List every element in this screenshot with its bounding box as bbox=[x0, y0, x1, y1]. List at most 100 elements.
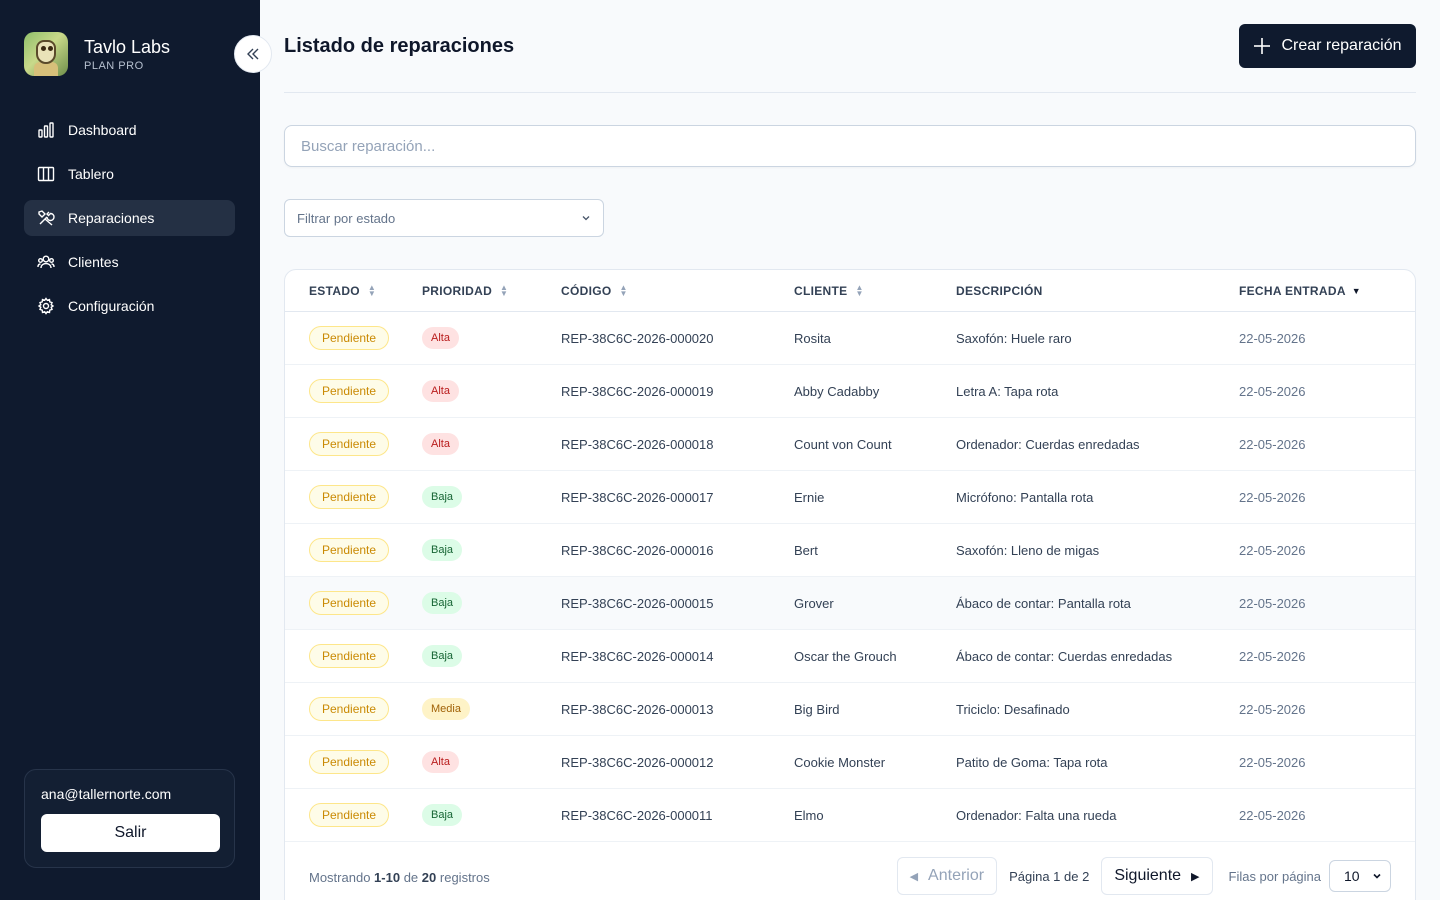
description-cell: Ordenador: Falta una rueda bbox=[956, 807, 1117, 823]
sort-icon: ▲ ▼ bbox=[855, 282, 864, 298]
description-cell: Ordenador: Cuerdas enredadas bbox=[956, 436, 1140, 452]
description-cell: Ábaco de contar: Pantalla rota bbox=[956, 595, 1131, 611]
priority-badge: Baja bbox=[422, 645, 463, 667]
brand-name: Tavlo Labs bbox=[84, 37, 171, 57]
column-header-fecha-entrada[interactable]: FECHA ENTRADA ▼ bbox=[1239, 284, 1389, 298]
sidebar: Tavlo Labs PLAN PRO Dashboard Tablero Re… bbox=[0, 0, 260, 900]
table-row[interactable]: Pendiente Alta REP-38C6C-2026-000018 Count … bbox=[285, 418, 1415, 471]
status-cell: Pendiente bbox=[285, 326, 422, 350]
table-row[interactable]: Pendiente Alta REP-38C6C-2026-000020 Rosita… bbox=[285, 312, 1415, 365]
status-filter-placeholder: Filtrar por estado bbox=[297, 210, 396, 226]
client-cell: Oscar the Grouch bbox=[794, 648, 897, 664]
code-cell: REP-38C6C-2026-000019 bbox=[561, 383, 714, 399]
priority-cell: Alta bbox=[422, 380, 561, 402]
table-row[interactable]: Pendiente Alta REP-38C6C-2026-000012 Cookie… bbox=[285, 736, 1415, 789]
status-badge: Pendiente bbox=[309, 432, 390, 456]
entry-date-cell: 22-05-2026 bbox=[1239, 436, 1306, 452]
status-cell: Pendiente bbox=[285, 644, 422, 668]
table-row[interactable]: Pendiente Alta REP-38C6C-2026-000019 Abby C… bbox=[285, 365, 1415, 418]
status-badge: Pendiente bbox=[309, 750, 390, 774]
table-row[interactable]: Pendiente Media REP-38C6C-2026-000013 Big B… bbox=[285, 683, 1415, 736]
entry-date-cell: 22-05-2026 bbox=[1239, 330, 1306, 346]
collapse-sidebar-button[interactable] bbox=[234, 35, 272, 73]
entry-date-cell: 22-05-2026 bbox=[1239, 489, 1306, 505]
summary-suffix: registros bbox=[439, 869, 490, 885]
description-cell: Saxofón: Lleno de migas bbox=[956, 542, 1100, 558]
chevron-down-icon bbox=[582, 216, 590, 221]
table-header: ESTADO ▲ ▼ PRIORIDAD ▲ ▼ CÓDIGO ▲ ▼ CLIENTE ▲ ▼ … bbox=[285, 270, 1415, 312]
sidebar-item-label: Dashboard bbox=[68, 122, 137, 138]
priority-cell: Baja bbox=[422, 645, 561, 667]
priority-badge: Media bbox=[422, 698, 470, 720]
rows-per-page-value: 10 bbox=[1344, 868, 1360, 884]
code-cell: REP-38C6C-2026-000015 bbox=[561, 595, 714, 611]
status-badge: Pendiente bbox=[309, 803, 390, 827]
status-cell: Pendiente bbox=[285, 432, 422, 456]
description-cell: Letra A: Tapa rota bbox=[956, 383, 1059, 399]
logout-button[interactable]: Salir bbox=[41, 814, 220, 852]
entry-date-cell: 22-05-2026 bbox=[1239, 595, 1306, 611]
previous-page-button[interactable]: ◀ Anterior bbox=[896, 857, 998, 895]
table-row[interactable]: Pendiente Baja REP-38C6C-2026-000014 Oscar … bbox=[285, 630, 1415, 683]
sidebar-item-label: Tablero bbox=[68, 166, 114, 182]
sidebar-item-configuracion[interactable]: Configuración bbox=[24, 288, 235, 324]
triangle-left-icon: ◀ bbox=[909, 870, 919, 883]
brand-plan: PLAN PRO bbox=[84, 60, 144, 72]
column-header-codigo[interactable]: CÓDIGO ▲ ▼ bbox=[561, 283, 794, 298]
description-cell: Triciclo: Desafinado bbox=[956, 701, 1070, 717]
entry-date-cell: 22-05-2026 bbox=[1239, 754, 1306, 770]
priority-cell: Alta bbox=[422, 751, 561, 773]
table-row[interactable]: Pendiente Baja REP-38C6C-2026-000016 Bert Sa… bbox=[285, 524, 1415, 577]
bar-chart-icon bbox=[38, 122, 54, 138]
chevrons-left-icon bbox=[247, 48, 259, 60]
entry-date-cell: 22-05-2026 bbox=[1239, 648, 1306, 664]
sidebar-item-reparaciones[interactable]: Reparaciones bbox=[24, 200, 235, 236]
status-badge: Pendiente bbox=[309, 538, 390, 562]
logo bbox=[24, 32, 68, 76]
create-repair-label: Crear reparación bbox=[1281, 37, 1402, 54]
entry-date-cell: 22-05-2026 bbox=[1239, 807, 1306, 823]
sort-icon: ▲ ▼ bbox=[500, 282, 509, 298]
next-page-label: Siguiente bbox=[1114, 867, 1182, 884]
entry-date-cell: 22-05-2026 bbox=[1239, 542, 1306, 558]
table-row[interactable]: Pendiente Baja REP-38C6C-2026-000017 Ernie M… bbox=[285, 471, 1415, 524]
rows-per-page-label: Filas por página bbox=[1228, 868, 1322, 884]
rows-per-page-select[interactable]: 10 bbox=[1329, 860, 1391, 892]
summary-total: 20 bbox=[421, 869, 437, 885]
table-row[interactable]: Pendiente Baja REP-38C6C-2026-000011 Elmo Or… bbox=[285, 789, 1415, 842]
column-label: CÓDIGO bbox=[561, 283, 612, 298]
next-page-button[interactable]: Siguiente ▶ bbox=[1101, 857, 1213, 895]
brand[interactable]: Tavlo Labs PLAN PRO bbox=[24, 32, 170, 76]
create-repair-button[interactable]: Crear reparación bbox=[1239, 24, 1416, 68]
priority-cell: Baja bbox=[422, 804, 561, 826]
client-cell: Bert bbox=[794, 542, 818, 558]
table-footer: Mostrando 1-10 de 20 registros ◀ Anterio… bbox=[309, 857, 1391, 897]
status-filter-select[interactable]: Filtrar por estado bbox=[284, 199, 604, 237]
sidebar-item-tablero[interactable]: Tablero bbox=[24, 156, 235, 192]
user-email: ana@tallernorte.com bbox=[41, 786, 172, 802]
sort-desc-icon: ▼ bbox=[1351, 285, 1362, 296]
page-title: Listado de reparaciones bbox=[284, 35, 515, 57]
column-header-estado[interactable]: ESTADO ▲ ▼ bbox=[285, 283, 422, 298]
status-badge: Pendiente bbox=[309, 591, 390, 615]
column-header-prioridad[interactable]: PRIORIDAD ▲ ▼ bbox=[422, 282, 561, 298]
status-cell: Pendiente bbox=[285, 697, 422, 721]
pagination: ◀ Anterior Página 1 de 2 Siguiente ▶ Fil… bbox=[896, 857, 1391, 895]
priority-badge: Baja bbox=[422, 804, 463, 826]
sidebar-item-label: Reparaciones bbox=[68, 210, 155, 226]
table-row[interactable]: Pendiente Baja REP-38C6C-2026-000015 Grover… bbox=[285, 577, 1415, 630]
summary-range: 1-10 bbox=[374, 869, 401, 885]
priority-cell: Baja bbox=[422, 539, 561, 561]
table-body: Pendiente Alta REP-38C6C-2026-000020 Rosita… bbox=[285, 312, 1415, 842]
sidebar-item-dashboard[interactable]: Dashboard bbox=[24, 112, 235, 148]
client-cell: Big Bird bbox=[794, 701, 840, 717]
user-card: ana@tallernorte.com Salir bbox=[24, 769, 235, 868]
priority-cell: Baja bbox=[422, 486, 561, 508]
status-badge: Pendiente bbox=[309, 697, 390, 721]
code-cell: REP-38C6C-2026-000020 bbox=[561, 330, 714, 346]
column-header-cliente[interactable]: CLIENTE ▲ ▼ bbox=[794, 282, 956, 298]
search-input[interactable] bbox=[284, 125, 1416, 167]
sidebar-item-clientes[interactable]: Clientes bbox=[24, 244, 235, 280]
column-label: DESCRIPCIÓN bbox=[956, 283, 1043, 298]
status-cell: Pendiente bbox=[285, 538, 422, 562]
